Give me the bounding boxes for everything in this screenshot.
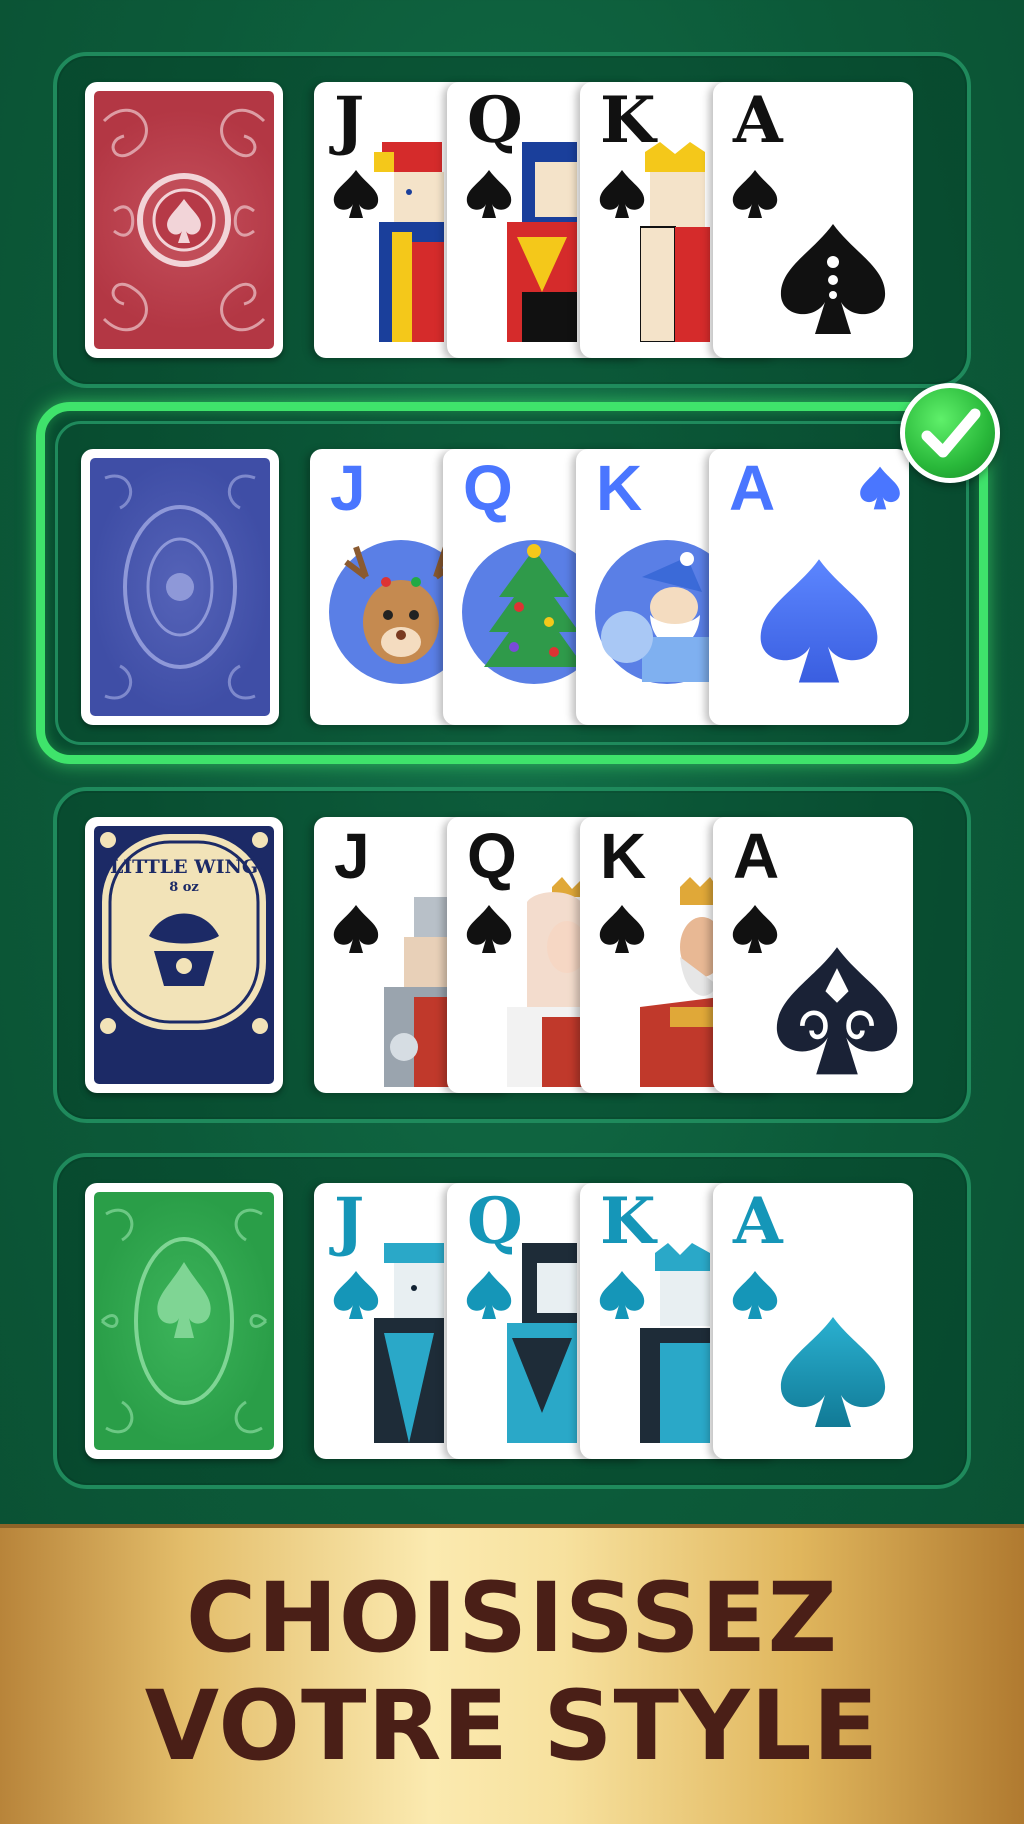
banner-title-line1: CHOISISSEZ xyxy=(185,1562,839,1674)
card-rank: J xyxy=(330,452,366,524)
card-rank: J xyxy=(334,1184,365,1259)
style-option-classic-red[interactable]: J Q K A xyxy=(53,52,971,388)
card-rank: K xyxy=(596,452,643,524)
style-option-little-wing[interactable]: LITTLE WING 8 oz J Q K A xyxy=(53,787,971,1123)
ornament-pattern-icon xyxy=(102,108,266,332)
back-brand-text: LITTLE WING xyxy=(109,856,259,878)
spade-icon xyxy=(732,1271,778,1319)
card-rank: A xyxy=(733,1184,783,1259)
check-icon xyxy=(921,408,981,458)
card-ace: A xyxy=(709,449,909,725)
selected-check-badge xyxy=(900,383,1000,483)
card-rank: A xyxy=(733,820,780,892)
banner-title-line2: VOTRE STYLE xyxy=(144,1670,880,1782)
ornament-pattern-icon xyxy=(104,474,256,700)
ornament-pattern-icon xyxy=(100,1208,268,1434)
ornate-spade-icon xyxy=(776,947,898,1075)
spade-icon xyxy=(860,466,900,510)
card-ace: A xyxy=(713,82,913,358)
card-ace: A xyxy=(713,1183,913,1459)
queen-portrait-icon xyxy=(507,1243,577,1443)
card-back-green xyxy=(85,1183,283,1459)
card-rank: J xyxy=(334,83,365,158)
large-spade-icon xyxy=(760,559,878,683)
card-rank: Q xyxy=(463,452,513,524)
bearded-king-icon xyxy=(640,877,720,1087)
queen-portrait-icon xyxy=(507,142,577,342)
card-rank: A xyxy=(729,452,776,524)
knight-icon xyxy=(384,897,454,1087)
card-rank: J xyxy=(334,820,370,892)
card-back-blue xyxy=(81,449,279,725)
jack-portrait-icon xyxy=(374,1243,444,1443)
style-option-teal-green[interactable]: J Q K A xyxy=(53,1153,971,1489)
large-spade-icon xyxy=(780,224,886,334)
card-rank: A xyxy=(733,83,783,158)
card-ace: A xyxy=(713,817,913,1093)
snow-queen-icon xyxy=(507,877,587,1087)
spade-icon xyxy=(732,170,778,218)
back-size-text: 8 oz xyxy=(169,880,199,895)
card-back-little-wing: LITTLE WING 8 oz xyxy=(85,817,283,1093)
card-style-list: J Q K A J Q K A LITTLE WING 8 oz J Q K A… xyxy=(0,0,1024,1524)
large-spade-icon xyxy=(780,1317,886,1427)
jack-portrait-icon xyxy=(374,142,444,342)
style-option-christmas-blue[interactable]: J Q K A xyxy=(36,402,988,764)
card-back-red xyxy=(85,82,283,358)
king-portrait-icon xyxy=(640,1243,710,1443)
king-portrait-icon xyxy=(640,142,710,342)
